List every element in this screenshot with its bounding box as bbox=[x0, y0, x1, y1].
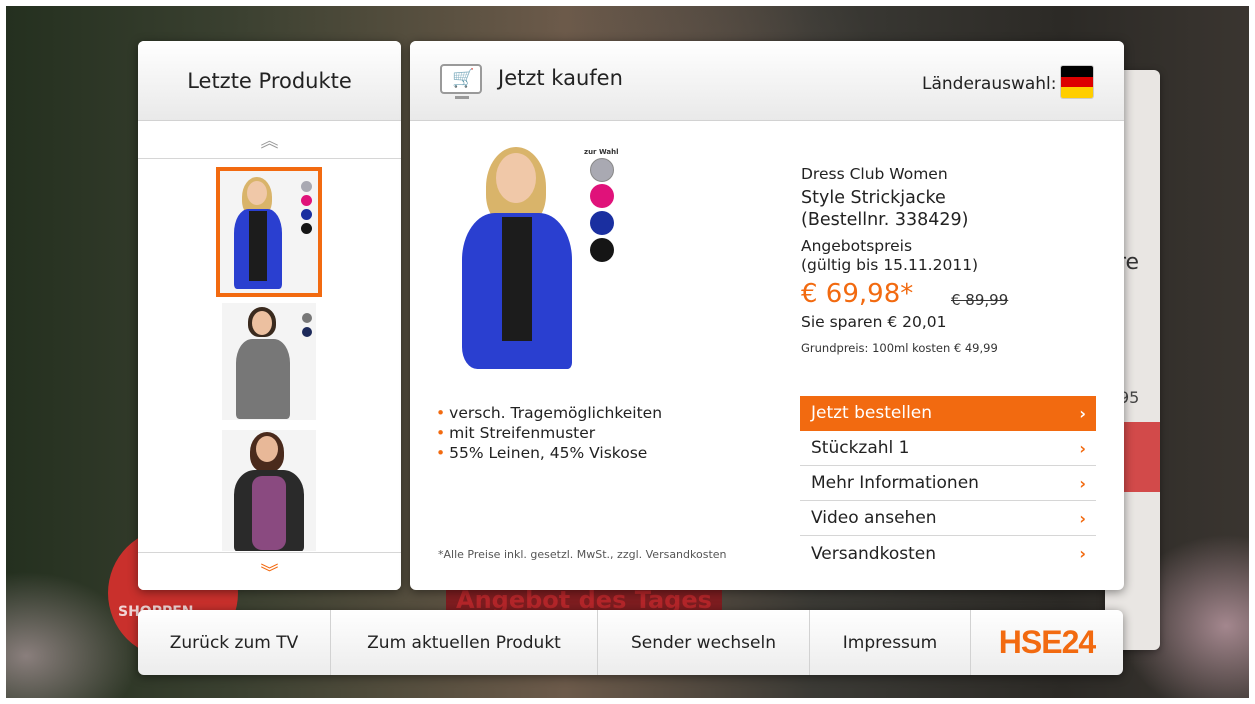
color-choice-label: zur Wahl bbox=[584, 148, 619, 156]
recent-products-panel: Letzte Produkte ︽ ︾ bbox=[138, 41, 401, 590]
price-footnote: *Alle Preise inkl. gesetzl. MwSt., zzgl.… bbox=[438, 548, 727, 561]
color-option-grey[interactable] bbox=[590, 158, 614, 182]
old-price: € 89,99 bbox=[951, 291, 1009, 309]
savings-text: Sie sparen € 20,01 bbox=[801, 313, 947, 331]
offer-validity: (gültig bis 15.11.2011) bbox=[801, 256, 979, 274]
chevron-right-icon: › bbox=[1079, 473, 1086, 493]
buy-now-panel: 🛒 Jetzt kaufen Länderauswahl: zur Wahl v… bbox=[410, 41, 1124, 590]
quantity-button[interactable]: Stückzahl 1 › bbox=[800, 431, 1096, 466]
action-label: Versandkosten bbox=[811, 543, 936, 564]
action-label: Mehr Informationen bbox=[811, 473, 979, 493]
recent-product-thumbnail[interactable] bbox=[222, 430, 316, 551]
recent-products-list bbox=[138, 159, 401, 551]
action-list: Jetzt bestellen › Stückzahl 1 › Mehr Inf… bbox=[800, 396, 1096, 571]
recent-products-title: Letzte Produkte bbox=[138, 41, 401, 121]
recent-product-thumbnail[interactable] bbox=[222, 303, 316, 420]
action-label: Video ansehen bbox=[811, 508, 937, 528]
color-option-blue[interactable] bbox=[590, 211, 614, 235]
color-option-black[interactable] bbox=[590, 238, 614, 262]
action-label: Jetzt bestellen bbox=[811, 403, 933, 423]
hse24-logo: HSE24 bbox=[998, 624, 1096, 660]
chevron-right-icon: › bbox=[1079, 438, 1086, 458]
product-features: versch. Tragemöglichkeiten mit Streifenm… bbox=[436, 403, 662, 463]
country-selection-label: Länderauswahl: bbox=[922, 74, 1057, 94]
action-label: Stückzahl 1 bbox=[811, 438, 910, 458]
color-option-pink[interactable] bbox=[590, 184, 614, 208]
order-now-button[interactable]: Jetzt bestellen › bbox=[800, 396, 1096, 431]
product-name: Style Strickjacke (Bestellnr. 338429) bbox=[801, 187, 1101, 231]
buy-now-title: Jetzt kaufen bbox=[498, 66, 623, 90]
offer-label: Angebotspreis bbox=[801, 237, 913, 255]
buy-now-header: 🛒 Jetzt kaufen Länderauswahl: bbox=[410, 41, 1124, 121]
current-price: € 69,98* bbox=[801, 279, 914, 309]
current-product-button[interactable]: Zum aktuellen Produkt bbox=[331, 610, 598, 675]
offer-info: Angebotspreis (gültig bis 15.11.2011) bbox=[801, 237, 1101, 275]
product-order-number: (Bestellnr. 338429) bbox=[801, 210, 969, 230]
product-info: Dress Club Women Style Strickjacke (Best… bbox=[801, 165, 1101, 355]
feature-item: versch. Tragemöglichkeiten bbox=[436, 403, 662, 423]
price-line: € 69,98* € 89,99 bbox=[801, 279, 1101, 311]
chevron-right-icon: › bbox=[1079, 403, 1086, 423]
feature-item: mit Streifenmuster bbox=[436, 423, 662, 443]
watch-video-button[interactable]: Video ansehen › bbox=[800, 501, 1096, 536]
product-name-line: Style Strickjacke bbox=[801, 188, 946, 208]
product-brand: Dress Club Women bbox=[801, 165, 948, 183]
double-chevron-up-icon: ︽ bbox=[260, 130, 279, 152]
back-to-tv-button[interactable]: Zurück zum TV bbox=[138, 610, 331, 675]
double-chevron-down-icon: ︾ bbox=[260, 562, 279, 584]
imprint-button[interactable]: Impressum bbox=[810, 610, 971, 675]
germany-flag-icon[interactable] bbox=[1061, 66, 1093, 98]
bottom-navigation: Zurück zum TV Zum aktuellen Produkt Send… bbox=[138, 610, 1123, 675]
feature-item: 55% Leinen, 45% Viskose bbox=[436, 443, 662, 463]
shipping-costs-button[interactable]: Versandkosten › bbox=[800, 536, 1096, 571]
recent-product-thumbnail-selected[interactable] bbox=[216, 167, 322, 297]
switch-channel-button[interactable]: Sender wechseln bbox=[598, 610, 810, 675]
base-price-text: Grundpreis: 100ml kosten € 49,99 bbox=[801, 341, 998, 355]
tv-cart-icon: 🛒 bbox=[440, 64, 482, 99]
scroll-down-button[interactable]: ︾ bbox=[138, 552, 401, 590]
chevron-right-icon: › bbox=[1079, 508, 1086, 528]
more-info-button[interactable]: Mehr Informationen › bbox=[800, 466, 1096, 501]
chevron-right-icon: › bbox=[1079, 544, 1086, 563]
scroll-up-button[interactable]: ︽ bbox=[138, 121, 401, 159]
